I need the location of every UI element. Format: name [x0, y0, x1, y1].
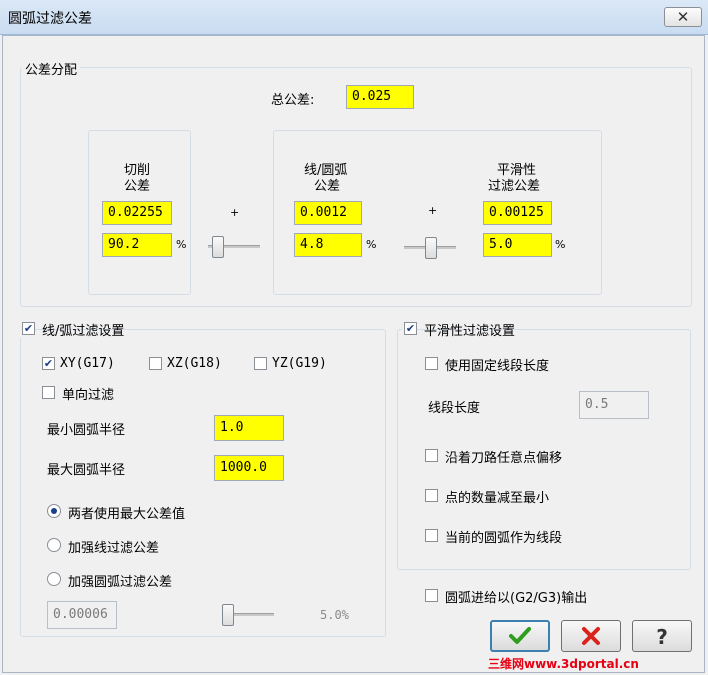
- plane-yz-checkbox[interactable]: [254, 357, 267, 370]
- plus-sign-1: +: [230, 206, 240, 219]
- segment-length-label: 线段长度: [428, 401, 481, 416]
- total-tolerance-field[interactable]: 0.025: [346, 85, 414, 109]
- linearc-filter-checkbox[interactable]: ✔: [22, 322, 35, 335]
- arcs-as-lines-checkbox[interactable]: [425, 529, 438, 542]
- radio-selected-dot: [51, 508, 57, 514]
- offset-along-checkbox[interactable]: [425, 449, 438, 462]
- arc-output-label: 圆弧进给以(G2/G3)输出: [445, 591, 588, 606]
- title-bar: 圆弧过滤公差 ✕: [0, 0, 708, 35]
- cross-icon: [582, 627, 600, 645]
- smooth-percent-sign: %: [555, 238, 566, 251]
- max-radius-label: 最大圆弧半径: [47, 463, 126, 478]
- minimize-points-checkbox[interactable]: [425, 489, 438, 502]
- arc-output-checkbox[interactable]: [425, 589, 438, 602]
- radio-both-max[interactable]: [47, 504, 61, 518]
- one-way-filter-checkbox[interactable]: [42, 386, 55, 399]
- extra-tolerance-slider[interactable]: [222, 602, 274, 628]
- cut-percent-field[interactable]: 90.2: [102, 233, 172, 257]
- offset-along-label: 沿着刀路任意点偏移: [445, 451, 563, 466]
- question-icon: ?: [656, 625, 668, 649]
- plane-xy-checkbox[interactable]: ✔: [42, 357, 55, 370]
- cancel-button[interactable]: [561, 620, 621, 652]
- fixed-segment-checkbox[interactable]: [425, 357, 438, 370]
- smooth-filter-header: ✔ 平滑性过滤设置: [402, 320, 515, 339]
- linearc-tolerance-label-2: 公差: [314, 179, 341, 194]
- plane-xz-label: XZ(G18): [167, 356, 222, 371]
- help-button[interactable]: ?: [632, 620, 692, 652]
- radio-line-tolerance-label: 加强线过滤公差: [68, 541, 160, 556]
- radio-line-tolerance[interactable]: [47, 538, 61, 552]
- linearc-filter-label: 线/弧过滤设置: [42, 324, 125, 339]
- cut-slider[interactable]: [208, 234, 260, 260]
- arcs-as-lines-label: 当前的圆弧作为线段: [445, 531, 563, 546]
- extra-tolerance-field[interactable]: 0.00006: [47, 601, 117, 629]
- smooth-filter-checkbox[interactable]: ✔: [404, 322, 417, 335]
- plane-xz-checkbox[interactable]: [149, 357, 162, 370]
- max-radius-field[interactable]: 1000.0: [214, 455, 284, 481]
- linearc-percent-field[interactable]: 4.8: [294, 233, 362, 257]
- plane-xy-label: XY(G17): [60, 356, 115, 371]
- radio-arc-tolerance[interactable]: [47, 572, 61, 586]
- check-icon: [509, 627, 531, 644]
- linearc-tolerance-field[interactable]: 0.0012: [294, 201, 362, 225]
- cut-tolerance-label-2: 公差: [124, 179, 151, 194]
- min-radius-label: 最小圆弧半径: [47, 423, 126, 438]
- smooth-tolerance-label-2: 过滤公差: [488, 179, 541, 194]
- fixed-segment-label: 使用固定线段长度: [445, 359, 550, 374]
- window-title: 圆弧过滤公差: [8, 11, 92, 27]
- linearc-filter-group: [20, 329, 386, 637]
- cut-slider-thumb[interactable]: [212, 236, 224, 258]
- smooth-filter-label: 平滑性过滤设置: [424, 324, 516, 339]
- smooth-tolerance-field[interactable]: 0.00125: [483, 201, 552, 225]
- total-tolerance-label: 总公差:: [271, 93, 315, 108]
- cut-percent-sign: %: [176, 238, 187, 251]
- radio-both-max-label: 两者使用最大公差值: [68, 507, 186, 522]
- extra-percent-text: 5.0%: [320, 608, 349, 622]
- close-icon: ✕: [676, 8, 690, 26]
- watermark-text: 三维网www.3dportal.cn: [488, 657, 639, 671]
- ok-button[interactable]: [490, 620, 550, 652]
- min-radius-field[interactable]: 1.0: [214, 415, 284, 441]
- plus-sign-2: +: [428, 204, 438, 217]
- linearc-filter-header: ✔ 线/弧过滤设置: [20, 320, 124, 339]
- smooth-percent-field[interactable]: 5.0: [483, 233, 552, 257]
- plane-yz-label: YZ(G19): [272, 356, 327, 371]
- radio-arc-tolerance-label: 加强圆弧过滤公差: [68, 575, 173, 590]
- linearc-percent-sign: %: [366, 238, 377, 251]
- minimize-points-label: 点的数量减至最小: [445, 491, 550, 506]
- one-way-filter-label: 单向过滤: [62, 388, 115, 403]
- tolerance-group-label: 公差分配: [22, 59, 81, 78]
- close-button[interactable]: ✕: [664, 7, 702, 27]
- segment-length-field[interactable]: 0.5: [579, 391, 649, 419]
- linearc-slider[interactable]: [404, 235, 456, 261]
- cut-tolerance-field[interactable]: 0.02255: [102, 201, 172, 225]
- linearc-slider-thumb[interactable]: [425, 237, 437, 259]
- extra-slider-thumb[interactable]: [222, 604, 234, 626]
